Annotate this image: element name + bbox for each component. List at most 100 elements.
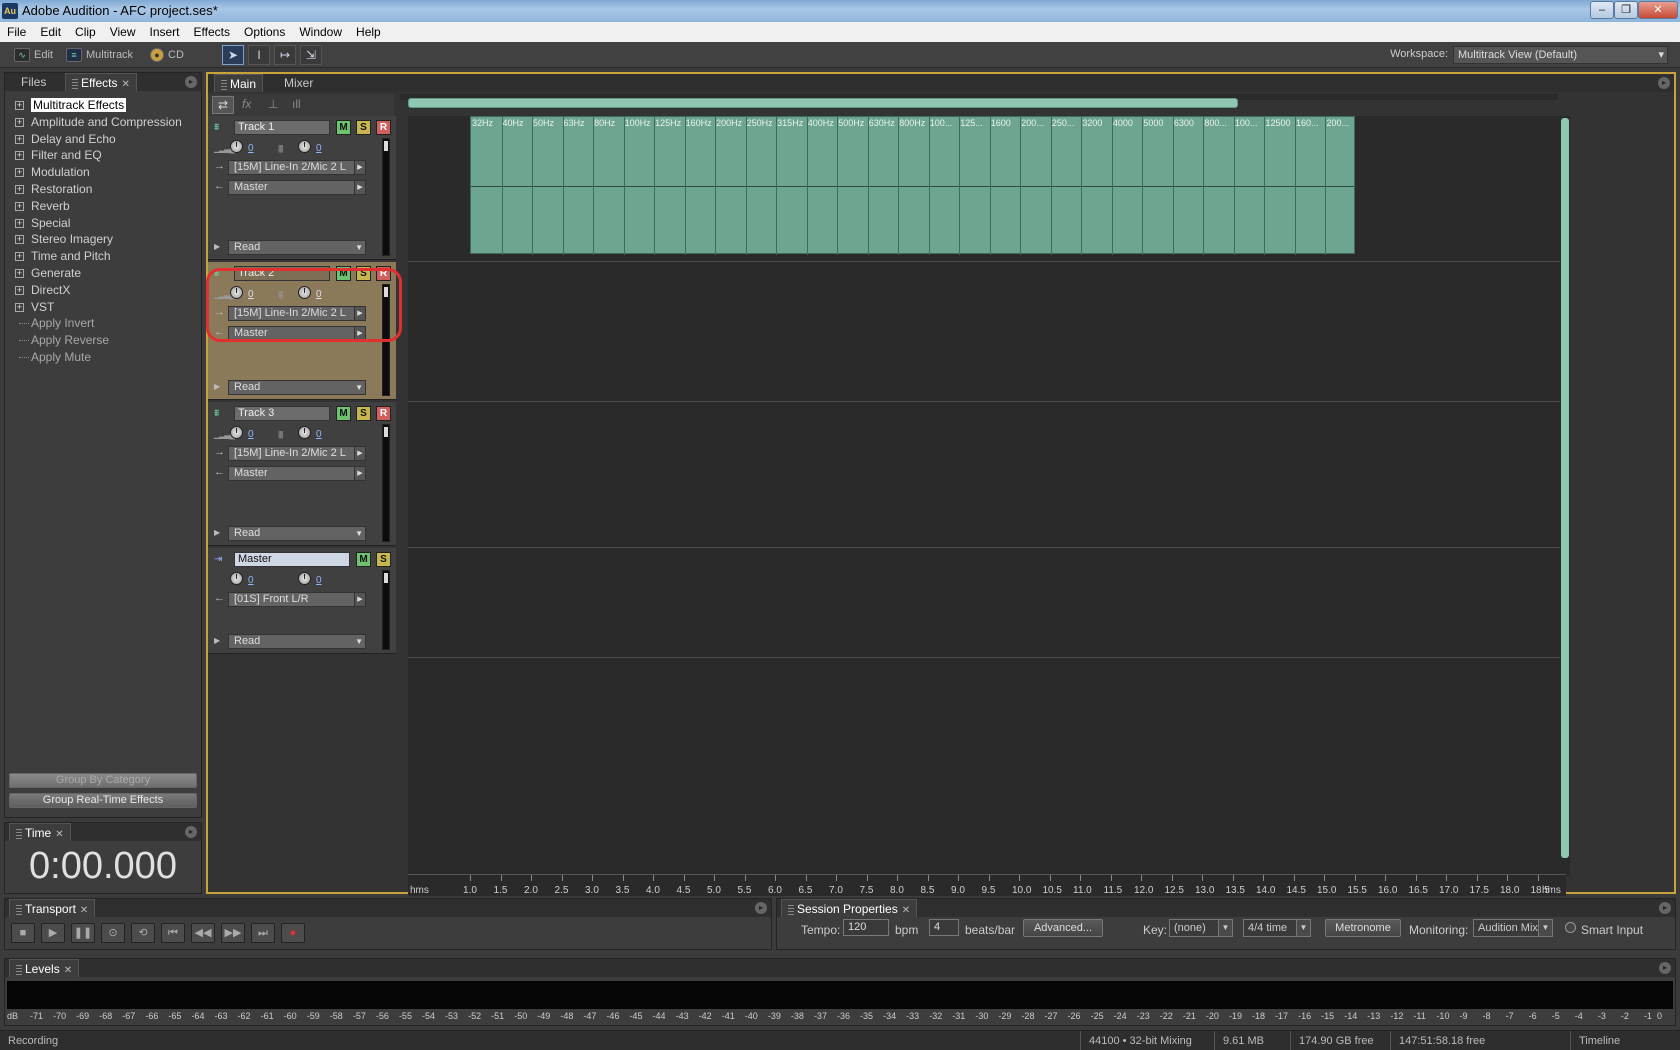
- effect-tree-item[interactable]: + Reverb: [11, 198, 195, 215]
- track-1-lane[interactable]: 32Hz 40Hz 50Hz 63Hz 80Hz 100Hz 125Hz 160Hz 200Hz…: [408, 116, 1566, 262]
- mute-button[interactable]: M: [336, 120, 351, 135]
- swap-io-icon[interactable]: ⇄: [212, 96, 234, 114]
- tab-session-properties[interactable]: Session Properties ✕: [781, 899, 918, 917]
- volume-value[interactable]: 0: [248, 143, 254, 154]
- effect-tree-item[interactable]: + Modulation: [11, 164, 195, 181]
- move-tool-button[interactable]: ➤: [222, 45, 244, 65]
- panel-menu-icon[interactable]: ▸: [1659, 902, 1671, 914]
- pan-value[interactable]: 0: [316, 575, 322, 586]
- maximize-button[interactable]: ❐: [1614, 1, 1638, 19]
- beats-per-bar-input[interactable]: 4: [929, 919, 959, 936]
- monitoring-select[interactable]: Audition Mix ▼: [1473, 919, 1553, 937]
- minimize-button[interactable]: –: [1590, 1, 1614, 19]
- expand-triangle-icon[interactable]: ▶: [214, 528, 220, 537]
- record-button[interactable]: ●: [281, 923, 305, 943]
- expand-plus-icon[interactable]: +: [15, 117, 24, 127]
- stop-button[interactable]: ■: [11, 923, 35, 943]
- expand-triangle-icon[interactable]: ▶: [214, 242, 220, 251]
- track-3-lane[interactable]: [408, 402, 1566, 548]
- play-from-cursor-button[interactable]: ⊙: [101, 923, 125, 943]
- expand-triangle-icon[interactable]: ▶: [214, 636, 220, 645]
- input-select[interactable]: [15M] Line-In 2/Mic 2 L ▶: [228, 160, 366, 175]
- group-by-category-button[interactable]: Group By Category: [9, 773, 197, 788]
- pan-value[interactable]: 0: [316, 429, 322, 440]
- record-arm-button[interactable]: R: [376, 120, 391, 135]
- levels-icon[interactable]: ıll: [292, 97, 301, 111]
- effect-tree-item[interactable]: + DirectX: [11, 282, 195, 299]
- pause-button[interactable]: ❚❚: [71, 923, 95, 943]
- expand-plus-icon[interactable]: +: [15, 134, 24, 144]
- volume-value[interactable]: 0: [248, 429, 254, 440]
- expand-plus-icon[interactable]: +: [15, 218, 24, 228]
- panel-menu-icon[interactable]: ▸: [755, 902, 767, 914]
- record-arm-button[interactable]: R: [376, 406, 391, 421]
- menu-insert[interactable]: Insert: [143, 22, 187, 42]
- tab-time[interactable]: Time ✕: [9, 823, 71, 841]
- tab-transport[interactable]: Transport ✕: [9, 899, 96, 917]
- audio-clip[interactable]: 32Hz 40Hz 50Hz 63Hz 80Hz 100Hz 125Hz 160Hz 200Hz…: [470, 116, 1355, 255]
- scrub-tool-button[interactable]: ⇲: [300, 45, 322, 65]
- vertical-scrollbar[interactable]: [1560, 116, 1570, 876]
- menu-effects[interactable]: Effects: [187, 22, 237, 42]
- automation-mode-select[interactable]: Read ▼: [228, 634, 366, 649]
- expand-plus-icon[interactable]: +: [15, 184, 24, 194]
- tempo-input[interactable]: 120: [843, 919, 889, 936]
- close-icon[interactable]: ✕: [55, 829, 63, 840]
- output-select[interactable]: Master ▶: [228, 466, 366, 481]
- menu-view[interactable]: View: [103, 22, 143, 42]
- expand-plus-icon[interactable]: +: [15, 302, 24, 312]
- rewind-button[interactable]: ◀◀: [191, 923, 215, 943]
- advanced-button[interactable]: Advanced...: [1023, 919, 1103, 937]
- effect-tree-item[interactable]: + Generate: [11, 265, 195, 282]
- time-selection-tool-button[interactable]: I: [248, 45, 270, 65]
- tab-files[interactable]: Files: [15, 73, 52, 91]
- master-lane[interactable]: [408, 548, 1566, 658]
- panel-menu-icon[interactable]: ▸: [1658, 77, 1670, 89]
- panel-menu-icon[interactable]: ▸: [185, 826, 197, 838]
- timeline-area[interactable]: 32Hz 40Hz 50Hz 63Hz 80Hz 100Hz 125Hz 160Hz 200Hz…: [408, 116, 1566, 874]
- expand-plus-icon[interactable]: +: [15, 201, 24, 211]
- go-to-start-button[interactable]: ⏮: [161, 923, 185, 943]
- effect-tree-item[interactable]: + Filter and EQ: [11, 147, 195, 164]
- master-name-input[interactable]: Master: [234, 552, 350, 567]
- effect-tree-item[interactable]: + Delay and Echo: [11, 131, 195, 148]
- menu-file[interactable]: File: [0, 22, 33, 42]
- hybrid-tool-button[interactable]: ↦: [274, 45, 296, 65]
- loop-button[interactable]: ⟲: [131, 923, 155, 943]
- automation-mode-select[interactable]: Read ▼: [228, 380, 366, 395]
- cd-view-button[interactable]: ● CD: [150, 46, 184, 64]
- volume-knob[interactable]: [230, 572, 243, 585]
- track-3-header[interactable]: ⩩ Track 3 M S R ▁▂▃▄ 0 |||| 0 → [15M] Li…: [208, 402, 396, 546]
- eq-icon[interactable]: ⊥: [268, 97, 278, 111]
- solo-button[interactable]: S: [376, 552, 391, 567]
- fast-forward-button[interactable]: ▶▶: [221, 923, 245, 943]
- mute-button[interactable]: M: [356, 552, 371, 567]
- time-ruler[interactable]: hms hms 1.0 1.5 2.0 2.5 3.0 3.5 4.0 4.5 5.0 5.5 6.0 6…: [408, 874, 1566, 896]
- tab-effects[interactable]: Effects ✕: [65, 73, 137, 91]
- vertical-scroll-thumb[interactable]: [1561, 118, 1569, 858]
- effect-tree-item[interactable]: Apply Reverse: [11, 332, 195, 349]
- edit-view-button[interactable]: ∿ Edit: [14, 46, 53, 64]
- output-select[interactable]: Master ▶: [228, 180, 366, 195]
- tab-levels[interactable]: Levels ✕: [9, 959, 80, 977]
- menu-window[interactable]: Window: [292, 22, 349, 42]
- effect-tree-item[interactable]: + Amplitude and Compression: [11, 114, 195, 131]
- pan-value[interactable]: 0: [316, 143, 322, 154]
- menu-options[interactable]: Options: [237, 22, 292, 42]
- track-name-input[interactable]: Track 1: [234, 120, 330, 135]
- volume-knob[interactable]: [230, 426, 243, 439]
- close-icon[interactable]: ✕: [64, 965, 72, 976]
- expand-plus-icon[interactable]: +: [15, 168, 24, 178]
- expand-plus-icon[interactable]: +: [15, 285, 24, 295]
- menu-help[interactable]: Help: [349, 22, 388, 42]
- effect-tree-item[interactable]: Apply Invert: [11, 315, 195, 332]
- tab-mixer[interactable]: Mixer: [278, 74, 319, 92]
- expand-plus-icon[interactable]: +: [15, 235, 24, 245]
- effect-tree-item[interactable]: + VST: [11, 299, 195, 316]
- mute-button[interactable]: M: [336, 406, 351, 421]
- effect-tree-item[interactable]: + Multitrack Effects: [11, 97, 195, 114]
- smart-input-radio[interactable]: [1565, 922, 1576, 933]
- panel-menu-icon[interactable]: ▸: [1659, 962, 1671, 974]
- metronome-button[interactable]: Metronome: [1325, 919, 1401, 937]
- pan-knob[interactable]: [298, 572, 311, 585]
